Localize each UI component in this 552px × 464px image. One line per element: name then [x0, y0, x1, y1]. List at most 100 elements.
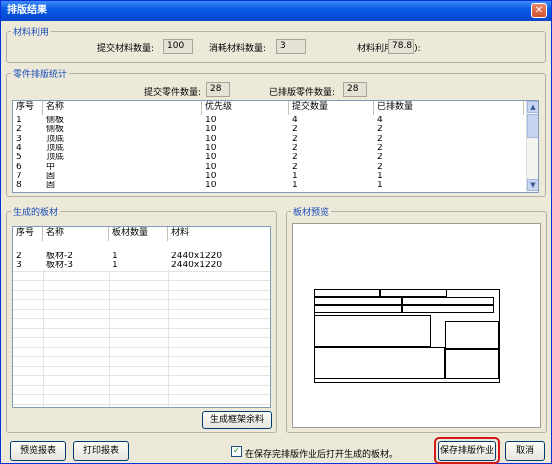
table-cell: 2 [377, 162, 383, 172]
table-cell: 1 [377, 181, 383, 191]
preview-part [314, 305, 402, 313]
table-cell: 4 [16, 143, 22, 153]
preview-part [314, 297, 402, 305]
table-cell: 顶底 [46, 143, 65, 153]
material-usage-group: 材料利用 提交材料数量: 100 消耗材料数量: 3 材料利用率(%): 78.… [6, 25, 546, 63]
boards-table: 序号 名称 板材数量 材料 1 板材-1 1 2440x1220 2 板材-2 1 2440x1220… [12, 226, 271, 408]
chevron-down-icon[interactable]: ▼ [527, 179, 538, 191]
table-cell: 2 [16, 125, 22, 135]
table-cell: 1 [16, 242, 22, 251]
table-cell: 8 [16, 181, 22, 191]
column-header[interactable]: 优先级 [202, 101, 289, 115]
cancel-button[interactable]: 取消 [505, 441, 545, 461]
table-cell: 2 [377, 125, 383, 135]
table-cell: 板材-3 [46, 261, 73, 270]
nested-parts-value: 28 [343, 82, 367, 97]
grid-line [13, 356, 270, 357]
table-cell: 2 [377, 134, 383, 144]
grid-line [109, 270, 110, 407]
table-cell: 顶底 [46, 134, 65, 144]
grid-line [13, 289, 270, 291]
preview-report-button[interactable]: 预览报表 [10, 441, 66, 461]
table-cell: 1 [16, 116, 22, 125]
table-cell: 2 [377, 153, 383, 163]
grid-line [13, 308, 270, 310]
table-cell: 2 [292, 134, 298, 144]
table-cell: 顶底 [46, 153, 65, 163]
save-nesting-job-button[interactable]: 保存排版作业 [438, 441, 496, 461]
table-cell: 2 [292, 125, 298, 135]
grid-line [13, 337, 270, 338]
table-cell: 2 [292, 153, 298, 163]
preview-part [314, 315, 431, 347]
grid-line [13, 375, 270, 376]
table-cell: 4 [292, 116, 298, 125]
preview-part [445, 349, 499, 379]
title-bar: 排版结果 ✕ [1, 1, 551, 21]
preview-part [402, 297, 494, 305]
close-icon[interactable]: ✕ [531, 3, 547, 18]
table-cell: 4 [377, 116, 383, 125]
table-cell: 2440x1220 [171, 251, 223, 261]
window-title: 排版结果 [7, 5, 47, 16]
preview-part [402, 305, 494, 313]
chevron-up-icon[interactable]: ▲ [527, 101, 538, 113]
submitted-material-value: 100 [163, 39, 193, 54]
column-header[interactable]: 材料 [168, 227, 270, 241]
column-header[interactable]: 板材数量 [109, 227, 168, 241]
parts-stats-title: 零件排版统计 [11, 67, 70, 80]
table-cell: 1 [112, 242, 118, 251]
table-cell: 2 [292, 162, 298, 172]
table-cell: 2440x1220 [171, 261, 223, 270]
preview-part [445, 321, 499, 349]
board-preview-canvas [292, 223, 541, 428]
grid-line [13, 346, 270, 348]
material-usage-title: 材料利用 [11, 25, 52, 38]
scroll-thumb[interactable] [527, 114, 538, 138]
submitted-parts-label: 提交零件数量: [144, 88, 202, 98]
submitted-material-label: 提交材料数量: [97, 44, 155, 54]
grid-line [13, 403, 270, 405]
table-cell: 2 [292, 143, 298, 153]
table-cell: 1 [292, 181, 298, 191]
grid-line [168, 270, 169, 407]
table-cell: 固 [46, 181, 56, 191]
table-cell: 10 [205, 171, 217, 181]
open-after-save-label: 在保存完排版作业后打开生成的板材。 [245, 450, 399, 460]
table-cell: 2 [16, 251, 22, 261]
generate-frame-remnant-button[interactable]: 生成框架余料 [202, 411, 272, 429]
table-cell: 10 [205, 116, 217, 125]
table-cell: 1 [112, 251, 118, 261]
table-cell: 侧板 [46, 125, 65, 135]
table-cell: 中 [46, 162, 56, 172]
open-after-save-checkbox[interactable]: ✓ [231, 446, 242, 457]
table-cell: 固 [46, 171, 56, 181]
checkmark-icon: ✓ [232, 446, 241, 456]
submitted-parts-value: 28 [206, 82, 230, 97]
utilization-rate-value: 78.8 [388, 39, 414, 54]
grid-line [13, 394, 270, 395]
table-cell: 侧板 [46, 116, 65, 125]
grid-line [13, 384, 270, 386]
parts-table-scrollbar[interactable]: ▲ ▼ [526, 101, 538, 192]
column-header[interactable]: 序号 [13, 227, 43, 241]
column-header[interactable]: 序号 [13, 101, 43, 115]
nested-parts-label: 已排版零件数量: [269, 88, 336, 98]
table-cell: 板材-1 [46, 242, 73, 251]
consumed-material-value: 3 [276, 39, 306, 54]
grid-line [13, 280, 270, 281]
table-cell: 1 [292, 171, 298, 181]
table-cell: 2 [377, 143, 383, 153]
grid-line [13, 365, 270, 367]
print-report-button[interactable]: 打印报表 [73, 441, 129, 461]
consumed-material-label: 消耗材料数量: [209, 44, 267, 54]
column-header[interactable]: 已排数量 [374, 101, 524, 115]
table-cell: 1 [377, 171, 383, 181]
parts-table: 序号 名称 优先级 提交数量 已排数量 1 侧板 10 4 4 2 侧板 10 2 2 3 顶底 10 2 2 4 顶底 1… [12, 100, 539, 193]
grid-line [13, 327, 270, 329]
grid-line [13, 270, 270, 272]
column-header[interactable]: 提交数量 [289, 101, 374, 115]
table-cell: 6 [16, 162, 22, 172]
column-header[interactable]: 名称 [43, 227, 109, 241]
column-header[interactable]: 名称 [43, 101, 202, 115]
